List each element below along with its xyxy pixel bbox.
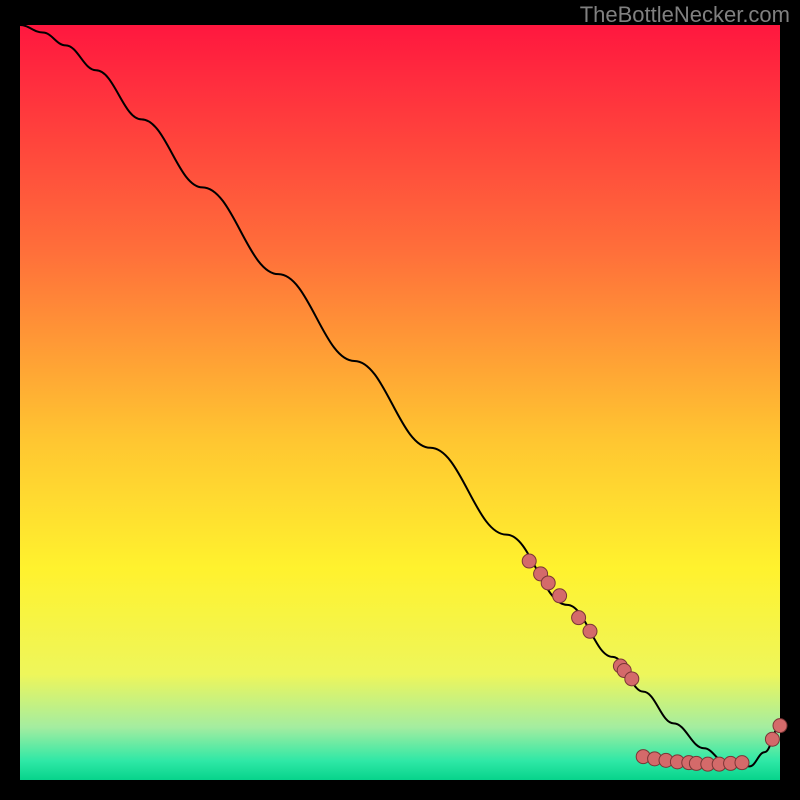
- data-marker: [735, 756, 749, 770]
- data-marker: [773, 719, 787, 733]
- data-marker: [625, 672, 639, 686]
- data-marker: [765, 732, 779, 746]
- chart-container: TheBottleNecker.com: [0, 0, 800, 800]
- watermark-text: TheBottleNecker.com: [580, 2, 790, 28]
- data-marker: [572, 611, 586, 625]
- data-marker: [541, 576, 555, 590]
- chart-svg: [0, 0, 800, 800]
- data-marker: [553, 589, 567, 603]
- data-marker: [583, 624, 597, 638]
- plot-background: [20, 25, 780, 780]
- data-marker: [522, 554, 536, 568]
